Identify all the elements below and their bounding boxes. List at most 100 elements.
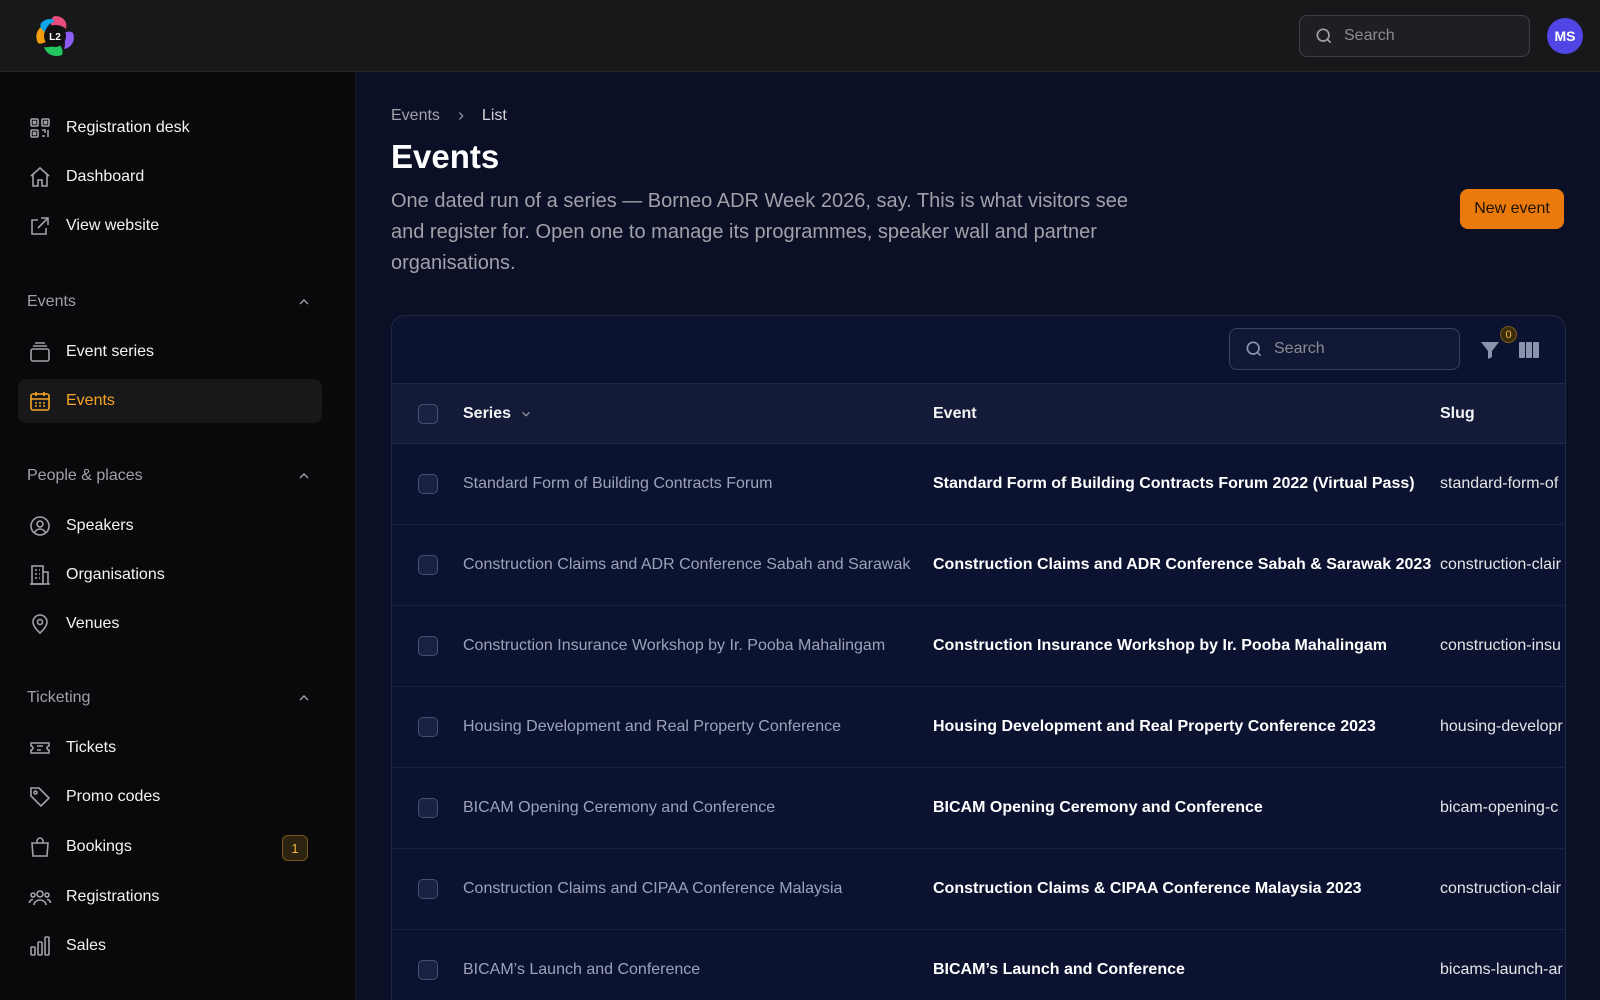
sidebar-item-organisations[interactable]: Organisations xyxy=(18,553,322,597)
sort-series-button[interactable]: Series xyxy=(463,405,533,423)
sidebar-item-label: Venues xyxy=(66,615,120,632)
slug-cell: construction-clair xyxy=(1440,556,1561,573)
row-checkbox[interactable] xyxy=(418,474,438,494)
event-cell: Construction Insurance Workshop by Ir. P… xyxy=(933,637,1387,654)
table-row[interactable]: BICAM Opening Ceremony and Conference BI… xyxy=(392,768,1565,849)
sidebar-item-sales[interactable]: Sales xyxy=(18,924,322,968)
group-toggle-ticketing[interactable]: Ticketing xyxy=(27,686,312,710)
group-toggle-events[interactable]: Events xyxy=(27,290,312,314)
sidebar-item-label: Registration desk xyxy=(66,119,190,136)
tag-icon xyxy=(30,787,51,808)
row-checkbox[interactable] xyxy=(418,798,438,818)
table-row[interactable]: Construction Claims and CIPAA Conference… xyxy=(392,849,1565,930)
global-search[interactable] xyxy=(1299,15,1530,57)
row-checkbox[interactable] xyxy=(418,555,438,575)
sidebar-item-venues[interactable]: Venues xyxy=(18,602,322,646)
slug-cell: construction-insu xyxy=(1440,637,1561,654)
event-cell: Standard Form of Building Contracts Foru… xyxy=(933,475,1415,492)
sidebar-item-registration-desk[interactable]: Registration desk xyxy=(18,106,322,150)
new-event-button[interactable]: New event xyxy=(1460,189,1564,229)
series-cell: Construction Claims and ADR Conference S… xyxy=(463,556,911,573)
event-cell: BICAM’s Launch and Conference xyxy=(933,961,1185,978)
sidebar-item-label: Sales xyxy=(66,937,107,954)
table-row[interactable]: Construction Insurance Workshop by Ir. P… xyxy=(392,606,1565,687)
external-link-icon xyxy=(31,217,49,235)
chevron-up-icon xyxy=(299,299,309,305)
table-row[interactable]: Housing Development and Real Property Co… xyxy=(392,687,1565,768)
sidebar-item-label: Registrations xyxy=(66,888,160,905)
event-cell: Construction Claims & CIPAA Conference M… xyxy=(933,880,1362,897)
group-label: Events xyxy=(27,293,76,310)
event-cell: BICAM Opening Ceremony and Conference xyxy=(933,799,1263,816)
chevron-up-icon xyxy=(299,473,309,479)
user-avatar[interactable]: MS xyxy=(1547,18,1583,54)
top-bar: L2 MS xyxy=(0,0,1600,72)
home-icon xyxy=(30,166,50,187)
page-description: One dated run of a series — Borneo ADR W… xyxy=(391,190,1129,274)
events-table-panel: 0 Series Event Slug Standard Form of Bui… xyxy=(391,315,1566,1000)
table-toolbar: 0 xyxy=(392,316,1565,384)
sidebar-item-label: Event series xyxy=(66,343,155,360)
sidebar-item-events[interactable]: Events xyxy=(18,379,322,423)
event-cell: Housing Development and Real Property Co… xyxy=(933,718,1376,735)
chevron-down-icon xyxy=(522,411,530,417)
building-icon xyxy=(30,565,50,585)
sidebar: Registration desk Dashboard View website… xyxy=(0,72,356,1000)
sidebar-item-label: Bookings xyxy=(66,838,132,855)
sidebar-item-label: Tickets xyxy=(66,739,117,756)
search-icon xyxy=(1316,28,1332,44)
sidebar-item-label: Events xyxy=(66,392,115,409)
sidebar-item-tickets[interactable]: Tickets xyxy=(18,726,322,770)
series-cell: BICAM Opening Ceremony and Conference xyxy=(463,799,776,816)
chevron-right-icon xyxy=(458,112,464,120)
row-checkbox[interactable] xyxy=(418,636,438,656)
sidebar-item-label: Promo codes xyxy=(66,788,161,805)
table-row[interactable]: Standard Form of Building Contracts Foru… xyxy=(392,444,1565,525)
bookings-count-badge: 1 xyxy=(282,835,308,861)
sidebar-item-view-website[interactable]: View website xyxy=(18,204,322,248)
sidebar-item-promo-codes[interactable]: Promo codes xyxy=(18,775,322,819)
sidebar-item-dashboard[interactable]: Dashboard xyxy=(18,155,322,199)
table-row[interactable]: Construction Claims and ADR Conference S… xyxy=(392,525,1565,606)
page-title: Events xyxy=(391,138,500,175)
user-circle-icon xyxy=(30,516,50,536)
global-search-input[interactable] xyxy=(1344,27,1504,45)
qr-code-icon xyxy=(30,118,50,138)
series-cell: Standard Form of Building Contracts Foru… xyxy=(463,475,773,492)
row-checkbox[interactable] xyxy=(418,717,438,737)
sidebar-item-event-series[interactable]: Event series xyxy=(18,330,322,374)
stack-icon xyxy=(30,342,50,362)
group-label: Ticketing xyxy=(27,689,91,706)
slug-cell: housing-developr xyxy=(1440,718,1563,735)
sidebar-item-label: Speakers xyxy=(66,517,134,534)
breadcrumb-link-events[interactable]: Events xyxy=(391,107,440,125)
sidebar-item-registrations[interactable]: Registrations xyxy=(18,875,322,919)
table-search-input[interactable] xyxy=(1274,340,1434,358)
sidebar-item-label: Dashboard xyxy=(66,168,145,185)
series-cell: Construction Insurance Workshop by Ir. P… xyxy=(463,637,886,654)
sidebar-item-label: View website xyxy=(66,217,160,234)
calendar-icon xyxy=(30,392,50,411)
sidebar-item-bookings[interactable]: Bookings 1 xyxy=(18,825,322,869)
table-row[interactable]: BICAM’s Launch and Conference BICAM’s La… xyxy=(392,930,1565,1000)
slug-cell: standard-form-of xyxy=(1440,475,1559,492)
shopping-bag-icon xyxy=(31,837,49,857)
slug-cell: construction-clair xyxy=(1440,880,1561,897)
column-header-slug: Slug xyxy=(1440,404,1475,422)
sidebar-item-speakers[interactable]: Speakers xyxy=(18,504,322,548)
column-header-event: Event xyxy=(933,404,977,422)
chevron-up-icon xyxy=(299,695,309,701)
map-pin-icon xyxy=(32,614,48,635)
table-header: Series Event Slug xyxy=(392,384,1565,444)
select-all-checkbox[interactable] xyxy=(418,403,438,424)
table-search[interactable] xyxy=(1229,328,1460,370)
group-toggle-people-places[interactable]: People & places xyxy=(27,464,312,488)
search-icon xyxy=(1246,341,1262,357)
filter-icon[interactable] xyxy=(1478,338,1502,362)
row-checkbox[interactable] xyxy=(418,879,438,899)
app-logo[interactable]: L2 xyxy=(32,13,78,59)
logo-text: L2 xyxy=(49,32,61,43)
columns-icon[interactable] xyxy=(1517,338,1541,362)
row-checkbox[interactable] xyxy=(418,960,438,980)
breadcrumb: Events List xyxy=(391,107,507,125)
